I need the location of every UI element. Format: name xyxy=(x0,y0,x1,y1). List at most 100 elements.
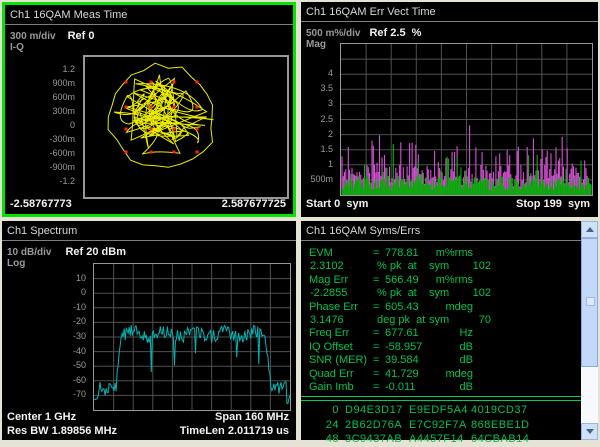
table-cell: 70 xyxy=(451,314,491,326)
y-axis-tick: 0 xyxy=(0,287,86,297)
table-cell: A4457F14 xyxy=(409,433,464,445)
table-row: Quad Err=41.729mdeg xyxy=(301,368,573,382)
panel-title: Ch1 16QAM Err Vect Time xyxy=(301,2,598,22)
scroll-down-icon xyxy=(586,429,594,434)
table-cell: = xyxy=(373,247,379,259)
table-cell: Mag Err xyxy=(309,274,348,286)
spectrum-plot[interactable] xyxy=(93,263,291,411)
table-cell: % pk at xyxy=(377,287,417,299)
scroll-thumb-grip-icon xyxy=(586,297,595,306)
table-cell: 41.729 xyxy=(385,368,419,380)
y-axis-tick: 0 xyxy=(2,120,75,130)
y-axis-tick: -60 xyxy=(0,375,86,385)
x-axis-stop-value: 2.587677725 xyxy=(222,198,286,210)
y-axis-tick: -600m xyxy=(2,148,75,158)
span-label: Span 160 MHz xyxy=(215,411,289,423)
table-cell: % pk at xyxy=(377,260,417,272)
table-cell: 0 xyxy=(305,404,339,416)
table-cell: = xyxy=(373,327,379,339)
constellation-point xyxy=(150,128,153,131)
scroll-up-button[interactable] xyxy=(581,221,598,238)
scrollbar[interactable] xyxy=(581,221,598,440)
scroll-up-icon xyxy=(586,227,594,232)
table-cell: -2.2855 xyxy=(310,287,347,299)
table-cell: m%rms xyxy=(419,274,473,286)
start-sym-label: Start 0 sym xyxy=(306,198,368,210)
table-cell: 677.61 xyxy=(385,327,419,339)
y-axis-tick: 2 xyxy=(298,129,333,139)
y-axis-tick: 1.2 xyxy=(2,64,75,74)
y-axis-tick: -50 xyxy=(0,360,86,370)
table-cell: = xyxy=(373,341,379,353)
panel-spectrum[interactable]: Ch1 Spectrum 10 dB/div Ref 20 dBm Log 10… xyxy=(2,221,296,440)
constellation-point xyxy=(125,81,128,84)
err-vect-plot[interactable] xyxy=(340,43,593,196)
constellation-point xyxy=(196,128,199,131)
table-cell: 102 xyxy=(451,287,491,299)
y-axis-tick: 2.5 xyxy=(298,114,333,124)
y-axis-tick: -10 xyxy=(0,302,86,312)
table-cell: = xyxy=(373,368,379,380)
constellation-point xyxy=(173,81,176,84)
constellation-point xyxy=(150,151,153,154)
err-vect-svg xyxy=(341,44,592,195)
table-cell: Freq Err xyxy=(309,327,349,339)
table-cell: 48 xyxy=(305,433,339,445)
table-separator xyxy=(301,396,581,401)
x-axis-start-value: -2.58767773 xyxy=(10,198,72,210)
table-cell: = xyxy=(373,301,379,313)
y-axis-tick: 3.5 xyxy=(298,83,333,93)
table-cell: 868EBE1D xyxy=(471,419,529,431)
table-row: Phase Err=605.43mdeg xyxy=(301,301,573,315)
table-cell: dB xyxy=(419,381,473,393)
table-cell: m%rms xyxy=(419,247,473,259)
table-cell: E7C92F7A xyxy=(409,419,467,431)
table-cell: mdeg xyxy=(419,368,473,380)
scroll-down-button[interactable] xyxy=(581,423,598,440)
constellation-point xyxy=(150,106,153,109)
time-len-label: TimeLen 2.011719 us xyxy=(180,425,289,437)
center-freq-label: Center 1 GHz xyxy=(7,411,76,423)
table-cell: sym xyxy=(429,314,449,326)
table-cell: = xyxy=(373,274,379,286)
panel-meas-time[interactable]: Ch1 16QAM Meas Time 300 m/div Ref 0 I-Q … xyxy=(2,2,296,217)
y-axis-tick: -300m xyxy=(2,134,75,144)
y-axis-tick: 500m xyxy=(298,174,333,184)
y-axis-tick: 600m xyxy=(2,92,75,102)
y-axis-tick: -30 xyxy=(0,331,86,341)
table-cell: 3C9437AB xyxy=(345,433,402,445)
y-axis-ticks: 1.2900m600m300m0-300m-600m-900m-1.2 xyxy=(5,5,78,214)
table-cell: IQ Offset xyxy=(309,341,353,353)
table-row: 3.1476 deg pk at sym70 xyxy=(301,314,573,328)
y-axis-tick: -40 xyxy=(0,346,86,356)
table-cell: 3.1476 xyxy=(310,314,344,326)
table-cell: dB xyxy=(419,354,473,366)
panel-syms-errs[interactable]: Ch1 16QAM Syms/Errs EVM=778.81m%rms2.310… xyxy=(301,221,598,440)
table-cell: deg pk at xyxy=(377,314,425,326)
y-axis-ticks: 100-10-20-30-40-50-60-70 xyxy=(2,221,89,440)
table-cell: Hz xyxy=(419,327,473,339)
y-axis-tick: 1 xyxy=(298,159,333,169)
table-row: Mag Err=566.49m%rms xyxy=(301,274,573,288)
y-axis-tick: 4 xyxy=(298,68,333,78)
table-cell: Phase Err xyxy=(309,301,358,313)
table-row: EVM=778.81m%rms xyxy=(301,247,573,261)
panel-err-vect-time[interactable]: Ch1 16QAM Err Vect Time 500 m%/div Ref 2… xyxy=(301,2,598,217)
y-axis-tick: -900m xyxy=(2,162,75,172)
symbol-table-row: 483C9437ABA4457F1464CBAB14 xyxy=(301,433,573,447)
table-cell: dB xyxy=(419,341,473,353)
y-axis-tick: -1.2 xyxy=(2,176,75,186)
panel-title: Ch1 16QAM Syms/Errs xyxy=(301,221,598,241)
constellation-point xyxy=(173,151,176,154)
table-cell: mdeg xyxy=(419,301,473,313)
symbol-table-row: 242B62D76AE7C92F7A868EBE1D xyxy=(301,419,573,433)
table-cell: 4019CD37 xyxy=(471,404,528,416)
constellation-point xyxy=(125,128,128,131)
table-row: 2.3102% pk atsym102 xyxy=(301,260,573,274)
table-row: Freq Err = 677.61Hz xyxy=(301,327,573,341)
spectrum-svg xyxy=(94,264,290,410)
table-cell: -0.011 xyxy=(385,381,415,393)
constellation-plot[interactable] xyxy=(83,55,289,199)
scroll-thumb[interactable] xyxy=(581,238,598,367)
table-cell: sym xyxy=(429,260,449,272)
